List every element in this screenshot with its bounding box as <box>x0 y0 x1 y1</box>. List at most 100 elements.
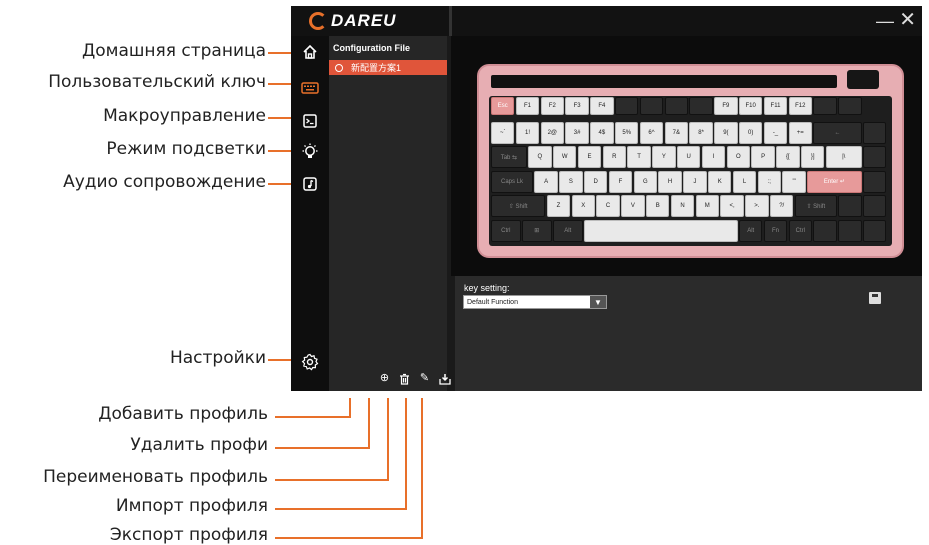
keyboard-key[interactable]: F11 <box>763 97 788 115</box>
keyboard-key[interactable]: 2@ <box>540 121 564 144</box>
keyboard-key[interactable]: P <box>751 146 775 168</box>
keyboard-key[interactable] <box>813 219 837 242</box>
keyboard-key[interactable]: {[ <box>776 146 800 168</box>
keyboard-key[interactable] <box>838 195 862 217</box>
keyboard-key[interactable]: 3# <box>565 121 589 144</box>
keyboard-key[interactable]: F9 <box>714 97 738 115</box>
keyboard-key[interactable] <box>584 219 738 242</box>
keyboard-key[interactable]: 9( <box>714 121 738 144</box>
keyboard-key[interactable]: Alt <box>553 219 583 242</box>
keyboard-key[interactable]: F4 <box>590 97 614 115</box>
add-icon[interactable]: ⊕ <box>378 372 391 385</box>
keyboard-key[interactable]: H <box>658 170 682 193</box>
keyboard-key[interactable]: W <box>553 146 577 168</box>
keyboard-key[interactable]: J <box>683 170 707 193</box>
keyboard-key[interactable]: G <box>633 170 657 193</box>
bulb-icon[interactable] <box>300 142 320 162</box>
keyboard-key[interactable]: Ctrl <box>491 219 521 242</box>
keyboard-key[interactable]: :; <box>757 170 781 193</box>
keyboard-key[interactable]: F2 <box>540 97 564 115</box>
terminal-icon[interactable] <box>300 111 320 131</box>
keyboard-key[interactable]: A <box>534 170 558 193</box>
keyboard-key[interactable]: F <box>608 170 633 193</box>
keyboard-key[interactable]: B <box>646 195 670 217</box>
keyboard-key[interactable]: T <box>627 146 651 168</box>
keyboard-key[interactable]: U <box>677 146 701 168</box>
keyboard-key[interactable]: 8* <box>689 121 713 144</box>
keyboard-key[interactable]: L <box>732 170 757 193</box>
minimize-button[interactable]: — <box>876 12 894 30</box>
keyboard-key[interactable]: F1 <box>515 97 540 115</box>
gear-icon[interactable] <box>300 352 320 372</box>
annotation-label: Импорт профиля <box>115 496 268 516</box>
chevron-down-icon[interactable]: ▼ <box>590 296 606 308</box>
keyboard-key[interactable]: R <box>602 146 626 168</box>
keyboard-key[interactable] <box>863 146 887 168</box>
keyboard-key[interactable]: V <box>621 195 645 217</box>
keyboard-icon[interactable] <box>300 78 320 98</box>
keyboard-key[interactable]: Alt <box>739 219 763 242</box>
keyboard-key[interactable]: E <box>577 146 602 168</box>
import-icon[interactable] <box>438 372 451 385</box>
keyboard-key[interactable]: 7& <box>664 121 688 144</box>
keyboard-key[interactable]: Tab ⇆ <box>491 146 527 168</box>
save-icon[interactable] <box>869 292 881 304</box>
keyboard-key[interactable]: 5% <box>615 121 639 144</box>
keyboard-key[interactable]: Y <box>652 146 676 168</box>
keyboard-key[interactable]: |\ <box>825 146 862 168</box>
keyboard-key[interactable]: ← <box>813 121 862 144</box>
keyboard-key[interactable]: F12 <box>788 97 812 115</box>
keyboard-key[interactable]: <, <box>720 195 744 217</box>
profile-item[interactable]: 新配置方案1 <box>329 60 447 75</box>
keyboard-key[interactable] <box>615 97 639 115</box>
key-function-select[interactable]: Default Function ▼ <box>463 295 607 309</box>
keyboard-key[interactable]: ⊞ <box>522 219 552 242</box>
keyboard-key[interactable]: O <box>726 146 750 168</box>
keyboard-key[interactable]: Enter ↵ <box>807 170 862 193</box>
keyboard-key[interactable] <box>863 219 887 242</box>
keyboard-key[interactable]: 4$ <box>590 121 614 144</box>
keyboard-key[interactable]: ⇧ Shift <box>794 195 837 217</box>
keyboard-key[interactable]: 6^ <box>639 121 664 144</box>
keyboard-key[interactable]: ⇧ Shift <box>491 195 546 217</box>
keyboard-key[interactable]: C <box>596 195 620 217</box>
keyboard-key[interactable] <box>863 121 887 144</box>
trash-icon[interactable] <box>398 372 411 385</box>
keyboard-key[interactable]: S <box>559 170 583 193</box>
keyboard-key[interactable] <box>639 97 664 115</box>
keyboard-key[interactable]: I <box>701 146 726 168</box>
keyboard-key[interactable]: ?/ <box>770 195 794 217</box>
keyboard-key[interactable]: F3 <box>565 97 589 115</box>
keyboard-key[interactable]: Z <box>546 195 571 217</box>
keyboard-key[interactable]: Fn <box>763 219 788 242</box>
keyboard-key[interactable]: M <box>695 195 719 217</box>
keyboard-key[interactable]: += <box>788 121 812 144</box>
keyboard-key[interactable] <box>838 219 862 242</box>
pencil-icon[interactable]: ✎ <box>418 372 431 385</box>
home-icon[interactable] <box>300 42 320 62</box>
keyboard-key[interactable]: X <box>571 195 595 217</box>
keyboard-key[interactable]: N <box>670 195 695 217</box>
keyboard-key[interactable]: Ctrl <box>788 219 812 242</box>
keyboard-key[interactable]: Q <box>528 146 552 168</box>
keyboard-key[interactable]: ~` <box>491 121 515 144</box>
keyboard-key[interactable]: >. <box>745 195 769 217</box>
keyboard-key[interactable] <box>664 97 688 115</box>
keyboard-key[interactable]: Caps Lk <box>491 170 533 193</box>
keyboard-key[interactable]: Esc <box>491 97 515 115</box>
keyboard-key[interactable]: -_ <box>763 121 788 144</box>
keyboard-key[interactable] <box>863 195 887 217</box>
close-button[interactable]: ✕ <box>899 10 916 30</box>
keyboard-key[interactable]: D <box>584 170 608 193</box>
keyboard-key[interactable]: 0) <box>739 121 763 144</box>
music-icon[interactable] <box>300 174 320 194</box>
keyboard-key[interactable]: 1! <box>515 121 540 144</box>
keyboard-key[interactable] <box>863 170 887 193</box>
keyboard-key[interactable] <box>813 97 837 115</box>
keyboard-key[interactable]: }] <box>801 146 825 168</box>
keyboard-key[interactable]: K <box>708 170 732 193</box>
keyboard-key[interactable] <box>838 97 862 115</box>
keyboard-key[interactable]: F10 <box>739 97 763 115</box>
keyboard-key[interactable] <box>689 97 713 115</box>
keyboard-key[interactable]: "' <box>782 170 806 193</box>
